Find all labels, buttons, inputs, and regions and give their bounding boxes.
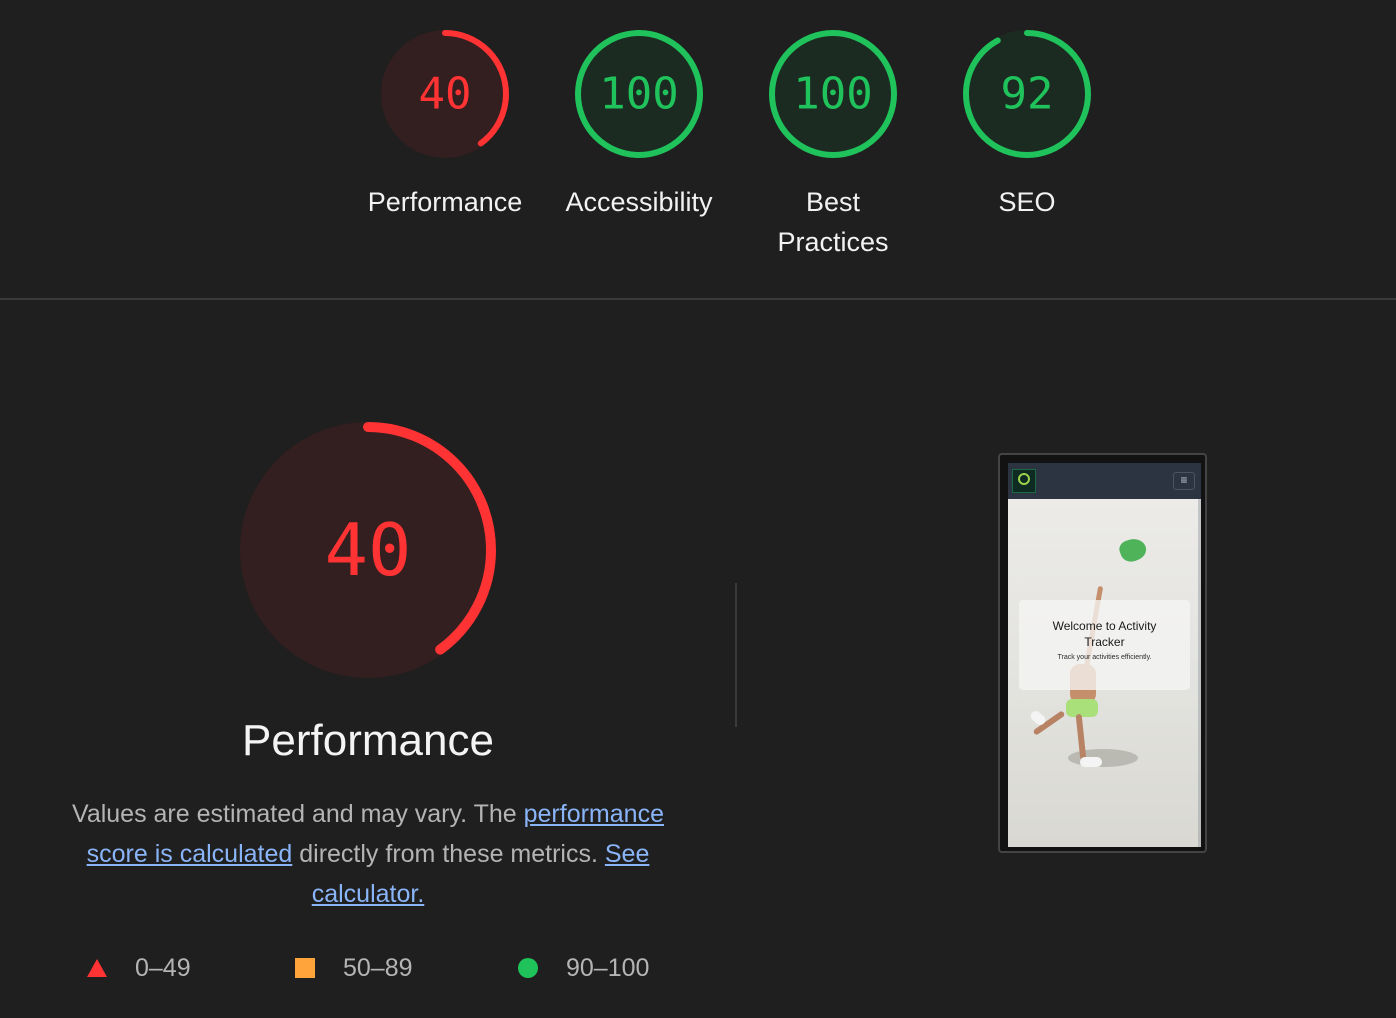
legend-range-average: 50–89 xyxy=(343,953,413,982)
screenshot-scrollbar xyxy=(1198,499,1201,847)
legend-item-fail: 0–49 xyxy=(87,948,191,988)
hero-title: Welcome to Activity Tracker xyxy=(1052,619,1157,649)
gauge-best-practices-score: 100 xyxy=(793,69,872,120)
legend-range-pass: 90–100 xyxy=(566,953,650,982)
site-navbar: ≡ xyxy=(1008,463,1201,499)
hero-runner-shorts xyxy=(1066,699,1098,717)
hero-green-shirt xyxy=(1117,535,1149,565)
gauge-performance-ring: 40 xyxy=(381,30,509,158)
legend-range-fail: 0–49 xyxy=(135,953,191,982)
hero-image: Welcome to Activity Tracker Track your a… xyxy=(1008,499,1201,847)
hero-card: Welcome to Activity Tracker Track your a… xyxy=(1019,600,1190,690)
section-divider xyxy=(735,583,737,727)
hero-subtitle: Track your activities efficiently. xyxy=(1057,654,1152,661)
gauge-accessibility[interactable]: 100 Accessibility xyxy=(551,28,727,222)
performance-big-gauge-ring: 40 xyxy=(240,422,496,678)
gauge-best-practices-label: Best Practices xyxy=(777,187,889,257)
performance-desc-text-1: Values are estimated and may vary. The xyxy=(72,800,524,828)
hero-runner-shoe xyxy=(1080,757,1102,767)
gauge-accessibility-ring: 100 xyxy=(575,30,703,158)
hero-runner-shadow xyxy=(1068,749,1138,767)
performance-big-gauge-score: 40 xyxy=(325,508,412,592)
gauge-performance-score: 40 xyxy=(419,69,472,120)
hamburger-menu-icon: ≡ xyxy=(1173,472,1195,490)
performance-title: Performance xyxy=(242,716,494,765)
gauge-seo[interactable]: 92 SEO xyxy=(939,28,1115,222)
triangle-icon xyxy=(87,959,107,977)
square-icon xyxy=(295,958,315,978)
performance-desc-text-2: directly from these metrics. xyxy=(292,840,605,868)
gauge-seo-ring: 92 xyxy=(963,30,1091,158)
performance-description: Values are estimated and may vary. The p… xyxy=(58,794,678,914)
gauge-performance-label: Performance xyxy=(367,187,523,217)
site-logo-icon xyxy=(1012,469,1036,493)
score-legend: 0–49 50–89 90–100 xyxy=(0,948,700,988)
legend-item-average: 50–89 xyxy=(295,948,413,988)
header-divider xyxy=(0,298,1396,300)
screenshot-viewport: ≡ Welcome to Activity Tracker Track your… xyxy=(1008,463,1201,847)
circle-icon xyxy=(518,958,538,978)
gauge-accessibility-score: 100 xyxy=(599,69,678,120)
category-gauges: 40 Performance 100 Accessibility 100 Bes… xyxy=(0,0,1396,298)
performance-big-gauge: 40 xyxy=(238,420,498,680)
gauge-performance[interactable]: 40 Performance xyxy=(357,28,533,222)
gauge-accessibility-label: Accessibility xyxy=(565,187,713,217)
gauge-best-practices-ring: 100 xyxy=(769,30,897,158)
lighthouse-report: 40 Performance 100 Accessibility 100 Bes… xyxy=(0,0,1396,1018)
legend-item-pass: 90–100 xyxy=(518,948,649,988)
gauge-best-practices[interactable]: 100 Best Practices xyxy=(745,28,921,262)
gauge-seo-score: 92 xyxy=(1001,69,1054,120)
gauge-seo-label: SEO xyxy=(998,187,1056,217)
final-screenshot[interactable]: ≡ Welcome to Activity Tracker Track your… xyxy=(998,453,1207,853)
